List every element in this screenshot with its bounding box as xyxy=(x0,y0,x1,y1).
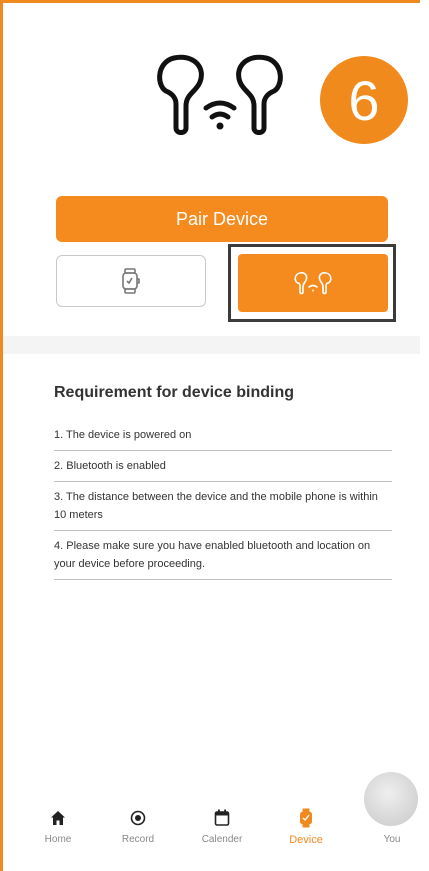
requirements-title: Requirement for device binding xyxy=(54,384,295,401)
calendar-icon xyxy=(214,809,230,826)
requirement-item: 1. The device is powered on xyxy=(54,420,392,451)
tab-calender-label: Calender xyxy=(201,834,243,845)
record-icon xyxy=(130,810,146,826)
tab-home[interactable]: Home xyxy=(26,804,90,845)
screen-edge xyxy=(420,0,429,871)
tab-you[interactable]: You xyxy=(360,804,424,845)
earbuds-wifi-icon xyxy=(157,54,283,135)
section-divider xyxy=(3,336,420,354)
requirement-item: 3. The distance between the device and t… xyxy=(54,482,392,531)
requirement-item: 2. Bluetooth is enabled xyxy=(54,451,392,482)
requirements-list: 1. The device is powered on 2. Bluetooth… xyxy=(54,420,392,580)
step-number: 6 xyxy=(348,68,380,132)
home-icon xyxy=(51,811,65,825)
tab-home-label: Home xyxy=(44,834,72,845)
tab-you-label: You xyxy=(383,834,401,845)
tab-device[interactable]: Device xyxy=(274,804,338,846)
device-icon xyxy=(300,808,312,828)
tab-record[interactable]: Record xyxy=(106,804,170,845)
device-type-earbuds[interactable] xyxy=(238,254,388,312)
pair-device-label: Pair Device xyxy=(175,208,269,229)
earbuds-icon xyxy=(294,272,332,295)
watch-icon xyxy=(122,268,140,294)
bottom-tab-bar: Home Record Calender Device You xyxy=(26,804,420,864)
step-badge: 6 xyxy=(320,56,408,144)
device-type-watch[interactable] xyxy=(56,255,206,307)
tab-device-label: Device xyxy=(289,834,323,846)
tab-calender[interactable]: Calender xyxy=(190,804,254,845)
requirement-item: 4. Please make sure you have enabled blu… xyxy=(54,531,392,580)
tab-record-label: Record xyxy=(121,834,155,845)
pair-device-button[interactable]: Pair Device xyxy=(56,196,388,242)
